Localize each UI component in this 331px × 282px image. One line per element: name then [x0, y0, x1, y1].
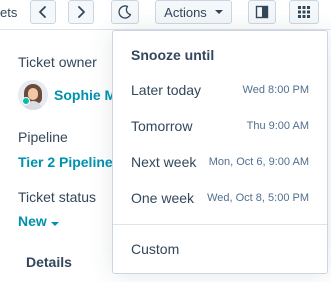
ticket-status-value: New	[18, 213, 47, 229]
ticket-owner-field[interactable]: Sophie M	[18, 80, 116, 110]
ticket-owner-label: Ticket owner	[18, 54, 97, 70]
caret-down-icon	[50, 222, 59, 226]
sidebar-panel-icon	[255, 5, 269, 19]
snooze-button[interactable]	[111, 0, 139, 24]
snooze-option-time: Thu 9:00 AM	[246, 120, 309, 132]
snooze-option-time: Wed, Oct 8, 5:00 PM	[207, 192, 309, 204]
ticket-owner-name[interactable]: Sophie M	[54, 87, 116, 103]
pipeline-label: Pipeline	[18, 129, 68, 145]
menu-divider	[113, 224, 327, 225]
chevron-right-icon	[78, 6, 85, 18]
previous-record-button[interactable]	[30, 0, 56, 24]
snooze-option-tomorrow[interactable]: Tomorrow Thu 9:00 AM	[113, 111, 327, 141]
ticket-status-dropdown[interactable]: New	[18, 213, 59, 229]
snooze-menu-title: Snooze until	[131, 47, 215, 63]
snooze-menu: Snooze until Later today Wed 8:00 PM Tom…	[112, 30, 328, 274]
snooze-option-label: Custom	[131, 241, 180, 257]
top-toolbar: ets Actions	[0, 0, 331, 30]
snooze-option-later-today[interactable]: Later today Wed 8:00 PM	[113, 75, 327, 105]
tab-details[interactable]: Details	[26, 254, 72, 270]
snooze-option-time: Mon, Oct 6, 9:00 AM	[208, 156, 309, 168]
snooze-option-next-week[interactable]: Next week Mon, Oct 6, 9:00 AM	[113, 147, 327, 177]
snooze-option-time: Wed 8:00 PM	[242, 84, 309, 96]
actions-dropdown-button[interactable]: Actions	[155, 0, 232, 24]
snooze-option-label: Tomorrow	[131, 118, 193, 134]
toggle-sidebar-button[interactable]	[248, 0, 276, 24]
breadcrumb-text[interactable]: ets	[0, 5, 17, 20]
snooze-option-custom[interactable]: Custom	[113, 234, 327, 264]
moon-icon	[118, 5, 132, 19]
snooze-option-label: Next week	[131, 154, 197, 170]
caret-down-icon	[214, 10, 223, 14]
snooze-option-label: Later today	[131, 82, 202, 98]
pipeline-value[interactable]: Tier 2 Pipeline	[18, 154, 113, 170]
grid-dots-icon	[298, 6, 310, 18]
snooze-option-one-week[interactable]: One week Wed, Oct 8, 5:00 PM	[113, 183, 327, 213]
avatar	[18, 80, 48, 110]
app-grid-button[interactable]	[289, 0, 319, 24]
actions-label: Actions	[164, 4, 207, 20]
snooze-option-label: One week	[131, 190, 195, 206]
ticket-status-label: Ticket status	[18, 189, 97, 205]
chevron-left-icon	[39, 6, 46, 18]
next-record-button[interactable]	[68, 0, 94, 24]
online-status-indicator	[22, 97, 30, 105]
